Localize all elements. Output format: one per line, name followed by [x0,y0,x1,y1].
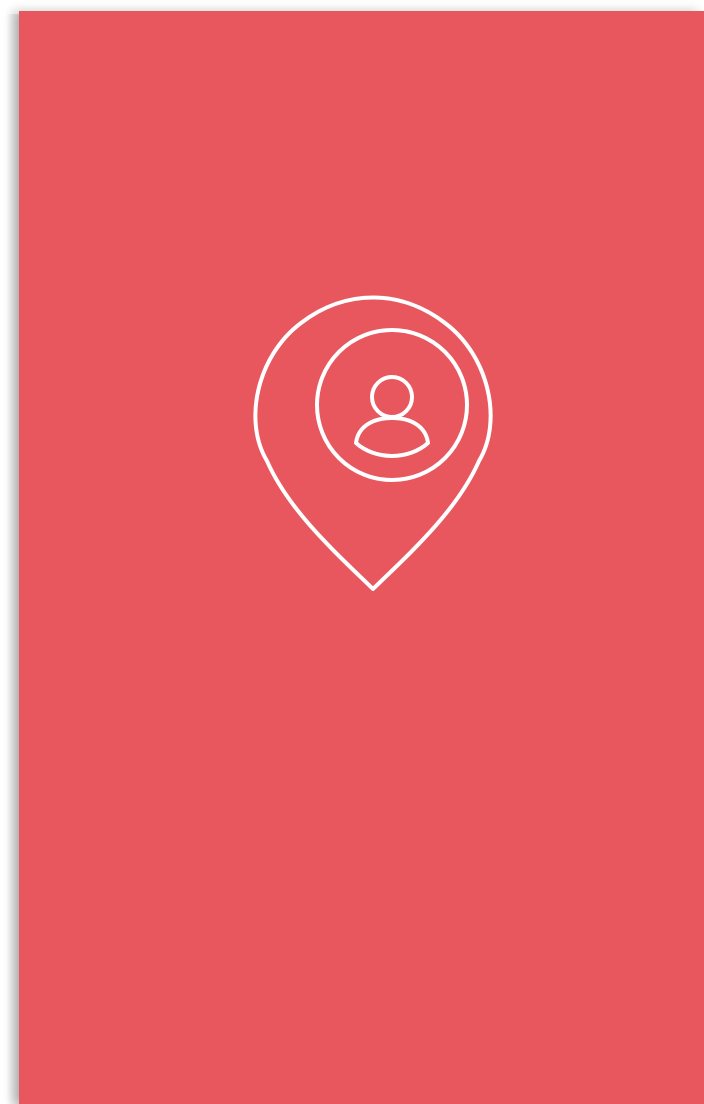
app-screen [0,0,704,1104]
location-pin-user-icon [241,261,511,597]
splash-screen [19,11,704,1104]
user-body [354,416,430,458]
user-head [370,375,414,419]
